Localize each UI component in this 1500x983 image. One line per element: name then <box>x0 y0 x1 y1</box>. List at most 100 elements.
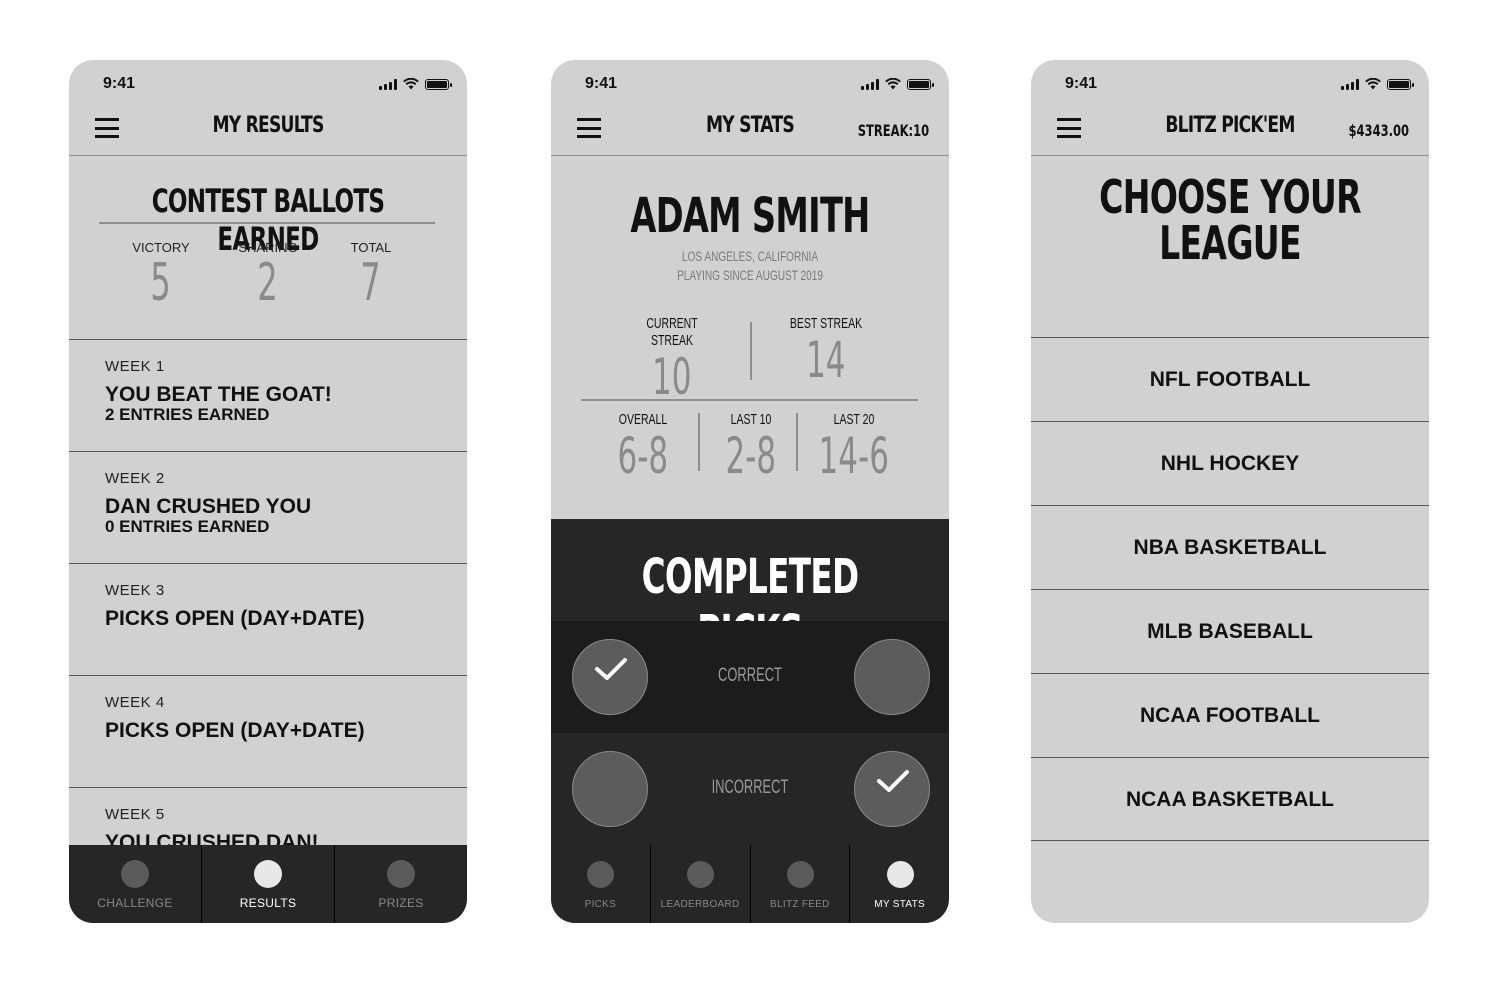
results-icon <box>254 860 282 888</box>
league-label: NFL FOOTBALL <box>1149 368 1311 391</box>
tab-challenge[interactable]: CHALLENGE <box>69 845 202 923</box>
stat-label: BEST STREAK <box>789 315 863 332</box>
last20-record: LAST 20 14-6 <box>794 411 914 482</box>
sharing-stat: SHARING 2 <box>218 240 318 309</box>
stat-value: 10 <box>652 348 692 406</box>
prizes-icon <box>387 860 415 888</box>
tab-label: MY STATS <box>874 899 925 910</box>
league-nba-basketball[interactable]: NBA BASKETBALL <box>1031 505 1429 589</box>
header: MY RESULTS <box>69 108 467 156</box>
correct-toggle-right[interactable] <box>854 639 930 715</box>
stat-value: 14-6 <box>818 427 890 485</box>
correct-label: CORRECT <box>718 665 782 686</box>
stat-label: CURRENT STREAK <box>646 315 698 349</box>
status-bar: 9:41 <box>69 60 467 108</box>
player-since: PLAYING SINCE AUGUST 2019 <box>677 267 823 283</box>
tab-bar: PICKS LEADERBOARD BLITZ FEED MY STATS <box>551 845 949 923</box>
player-name: ADAM SMITH <box>630 188 870 244</box>
tab-prizes[interactable]: PRIZES <box>335 845 467 923</box>
week-entries: 2 ENTRIES EARNED <box>105 405 270 424</box>
status-time: 9:41 <box>585 75 618 92</box>
status-time: 9:41 <box>103 75 136 92</box>
incorrect-label: INCORRECT <box>711 777 789 798</box>
signal-icon <box>379 78 397 90</box>
tab-leaderboard[interactable]: LEADERBOARD <box>651 845 751 923</box>
completed-picks-panel: COMPLETED PICKS CORRECT INCORRECT <box>551 519 949 845</box>
week-row[interactable]: WEEK 2 DAN CRUSHED YOU 0 ENTRIES EARNED <box>69 452 467 564</box>
contest-ballots-panel: CONTEST BALLOTS EARNED VICTORY 5 SHARING… <box>69 156 467 340</box>
stat-value: 14 <box>806 331 846 389</box>
league-select-screen: 9:41 BLITZ PICK'EM $4343.00 CHOOSE YOUR … <box>1031 60 1429 923</box>
page-title: MY RESULTS <box>212 113 324 138</box>
blitz-feed-icon <box>786 861 814 888</box>
league-mlb-baseball[interactable]: MLB BASEBALL <box>1031 589 1429 673</box>
tab-label: PICKS <box>584 899 617 910</box>
heading-line: CHOOSE YOUR <box>1099 170 1362 224</box>
league-label: NBA BASKETBALL <box>1133 536 1327 559</box>
league-nhl-hockey[interactable]: NHL HOCKEY <box>1031 421 1429 505</box>
week-row[interactable]: WEEK 3 PICKS OPEN (DAY+DATE) <box>69 564 467 676</box>
page-title: BLITZ PICK'EM <box>1165 113 1295 138</box>
picks-icon <box>587 861 615 888</box>
week-headline: YOU BEAT THE GOAT! <box>105 383 332 406</box>
stat-label: LAST 20 <box>833 411 875 428</box>
tab-label: PRIZES <box>378 896 424 910</box>
divider <box>581 399 918 401</box>
league-ncaa-football[interactable]: NCAA FOOTBALL <box>1031 673 1429 757</box>
week-row[interactable]: WEEK 1 YOU BEAT THE GOAT! 2 ENTRIES EARN… <box>69 340 467 452</box>
divider <box>99 222 435 224</box>
player-location: LOS ANGELES, CALIFORNIA <box>681 248 819 264</box>
week-headline: PICKS OPEN (DAY+DATE) <box>105 719 365 742</box>
week-label: WEEK 4 <box>105 694 165 711</box>
incorrect-row: INCORRECT <box>551 733 949 845</box>
tab-blitz-feed[interactable]: BLITZ FEED <box>751 845 851 923</box>
heading-line: LEAGUE <box>1159 216 1301 270</box>
stats-screen: 9:41 MY STATS STREAK:10 ADAM SMITH LOS A… <box>551 60 949 923</box>
incorrect-toggle[interactable] <box>854 751 930 827</box>
wifi-icon <box>403 78 419 90</box>
results-screen: 9:41 MY RESULTS CONTEST BALLOTS EARNED V… <box>69 60 467 923</box>
week-row[interactable]: WEEK 4 PICKS OPEN (DAY+DATE) <box>69 676 467 788</box>
balance: $4343.00 <box>1348 121 1409 140</box>
battery-icon <box>1387 78 1414 90</box>
week-entries: 0 ENTRIES EARNED <box>105 517 270 536</box>
correct-row: CORRECT <box>551 621 949 733</box>
tab-results[interactable]: RESULTS <box>202 845 335 923</box>
total-stat: TOTAL 7 <box>321 240 421 309</box>
stat-label: OVERALL <box>618 411 668 428</box>
leaderboard-icon <box>687 861 715 888</box>
header: BLITZ PICK'EM $4343.00 <box>1031 108 1429 156</box>
tab-bar: CHALLENGE RESULTS PRIZES <box>69 845 467 923</box>
challenge-icon <box>121 860 149 888</box>
league-ncaa-basketball[interactable]: NCAA BASKETBALL <box>1031 757 1429 841</box>
current-streak: CURRENT STREAK 10 <box>612 315 732 403</box>
signal-icon <box>861 78 879 90</box>
last10-record: LAST 10 2-8 <box>691 411 811 482</box>
overall-record: OVERALL 6-8 <box>583 411 703 482</box>
week-label: WEEK 3 <box>105 582 165 599</box>
stat-value: 5 <box>150 253 172 313</box>
league-label: NCAA FOOTBALL <box>1139 704 1321 727</box>
victory-stat: VICTORY 5 <box>111 240 211 309</box>
tab-picks[interactable]: PICKS <box>551 845 651 923</box>
stat-value: 6-8 <box>617 427 669 485</box>
tab-label: LEADERBOARD <box>660 899 740 910</box>
week-label: WEEK 5 <box>105 806 165 823</box>
week-label: WEEK 1 <box>105 358 165 375</box>
status-bar: 9:41 <box>1031 60 1429 108</box>
tab-my-stats[interactable]: MY STATS <box>850 845 949 923</box>
status-bar: 9:41 <box>551 60 949 108</box>
tab-label: RESULTS <box>239 896 297 910</box>
league-nfl-football[interactable]: NFL FOOTBALL <box>1031 337 1429 421</box>
choose-league-heading: CHOOSE YOUR LEAGUE <box>1087 174 1374 266</box>
header: MY STATS STREAK:10 <box>551 108 949 156</box>
league-list: NFL FOOTBALL NHL HOCKEY NBA BASKETBALL M… <box>1031 337 1429 841</box>
league-label: MLB BASEBALL <box>1147 620 1313 643</box>
streak-badge: STREAK:10 <box>857 121 929 140</box>
wifi-icon <box>1365 78 1381 90</box>
stat-value: 2-8 <box>725 427 777 485</box>
stat-label: LAST 10 <box>730 411 772 428</box>
checkmark-icon <box>877 770 909 792</box>
stat-value: 2 <box>257 253 279 313</box>
league-label: NHL HOCKEY <box>1160 452 1300 475</box>
